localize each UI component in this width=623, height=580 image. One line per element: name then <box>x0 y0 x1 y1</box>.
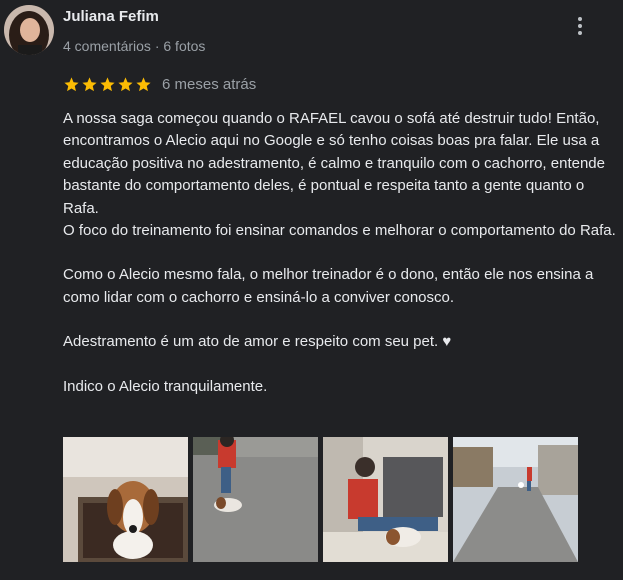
review-paragraph-2: O foco do treinamento foi ensinar comand… <box>63 222 616 240</box>
star-icon <box>64 76 79 91</box>
star-icon <box>82 76 97 91</box>
review-paragraph-4: Adestramento é um ato de amor e respeito… <box>63 333 452 351</box>
review-paragraph-5: Indico o Alecio tranquilamente. <box>63 377 268 395</box>
review-photos <box>63 437 578 562</box>
rating-row: 6 meses atrás <box>63 74 256 94</box>
star-icon <box>118 76 133 91</box>
more-options-icon[interactable] <box>568 14 592 38</box>
review-text: A nossa saga começou quando o RAFAEL cav… <box>63 108 621 398</box>
review-paragraph-3: Como o Alecio mesmo fala, o melhor trein… <box>63 266 594 306</box>
reviewer-avatar[interactable] <box>4 5 54 55</box>
star-icon <box>136 76 151 91</box>
review-photo-2[interactable] <box>193 437 318 562</box>
review-photo-3[interactable] <box>323 437 448 562</box>
star-icon <box>100 76 115 91</box>
review-photo-4[interactable] <box>453 437 578 562</box>
star-rating <box>63 76 152 93</box>
review-photo-1[interactable] <box>63 437 188 562</box>
review-card: Juliana Fefim 4 comentários · 6 fotos 6 … <box>0 0 623 580</box>
review-paragraph-1: A nossa saga começou quando o RAFAEL cav… <box>63 110 605 217</box>
reviewer-meta: 4 comentários · 6 fotos <box>63 38 206 54</box>
review-time: 6 meses atrás <box>162 75 257 93</box>
reviewer-name[interactable]: Juliana Fefim <box>63 8 159 25</box>
